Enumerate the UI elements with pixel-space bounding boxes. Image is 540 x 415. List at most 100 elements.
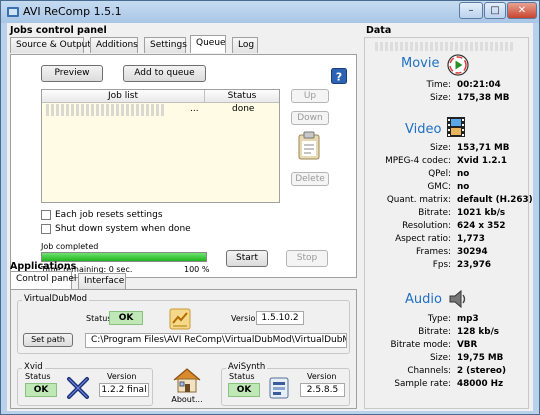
audio-detail-label: Bitrate: xyxy=(418,327,451,337)
video-detail-label: QPel: xyxy=(428,169,451,179)
tab-queue[interactable]: Queue xyxy=(190,35,226,53)
video-detail-value: 1021 kb/s xyxy=(457,208,506,218)
audio-detail-value: VBR xyxy=(457,340,478,350)
video-detail-label: Quant. matrix: xyxy=(386,195,451,205)
svg-text:?: ? xyxy=(336,71,342,84)
close-button[interactable]: ✕ xyxy=(507,2,537,19)
about-label: About... xyxy=(171,395,203,404)
control-panel: VirtualDubMod Status OK Version 1.5.10.2… xyxy=(10,289,357,409)
video-detail-label: Resolution: xyxy=(402,221,451,231)
video-detail-label: Frames: xyxy=(416,247,451,257)
xvid-icon xyxy=(67,377,89,399)
video-detail-label: GMC: xyxy=(427,182,451,192)
audio-detail-label: Channels: xyxy=(407,366,451,376)
video-detail-label: MPEG-4 codec: xyxy=(385,156,451,166)
movie-size-value: 175,38 MB xyxy=(457,93,510,103)
xvid-version-value: 1.2.2 final xyxy=(99,383,149,397)
shutdown-checkbox[interactable] xyxy=(41,224,51,234)
tab-log[interactable]: Log xyxy=(232,37,258,53)
stop-button[interactable]: Stop xyxy=(286,250,328,267)
audio-detail-label: Type: xyxy=(427,314,451,324)
audio-detail-value: 2 (stereo) xyxy=(457,366,506,376)
video-detail-value: 624 x 352 xyxy=(457,221,506,231)
avisynth-status-badge: OK xyxy=(228,383,260,397)
xvid-version-label: Version xyxy=(107,372,137,381)
video-detail-value: no xyxy=(457,182,470,192)
video-detail-value: 153,71 MB xyxy=(457,143,510,153)
video-detail-value: 1,773 xyxy=(457,234,485,244)
clipboard-icon xyxy=(298,131,320,160)
maximize-button[interactable]: □ xyxy=(484,2,506,19)
movie-time-label: Time: xyxy=(426,80,452,90)
maximize-icon: □ xyxy=(490,5,500,16)
xvid-status-label: Status xyxy=(25,372,51,381)
audio-detail-value: 128 kb/s xyxy=(457,327,500,337)
add-to-queue-button[interactable]: Add to queue xyxy=(123,65,206,82)
tab-interface[interactable]: Interface xyxy=(78,273,126,289)
xvid-status-badge: OK xyxy=(25,383,57,397)
video-detail-value: Xvid 1.2.1 xyxy=(457,156,507,166)
video-detail-label: Aspect ratio: xyxy=(395,234,451,244)
video-detail-label: Size: xyxy=(429,143,451,153)
vdm-path-field[interactable]: C:\Program Files\AVI ReComp\VirtualDubMo… xyxy=(85,333,347,348)
help-icon[interactable]: ? xyxy=(331,68,347,84)
movie-time-value: 00:21:04 xyxy=(457,80,501,90)
shutdown-label: Shut down system when done xyxy=(55,224,191,234)
title-bar[interactable]: AVI ReComp 1.5.1 – □ ✕ xyxy=(1,1,539,23)
about-button[interactable]: About... xyxy=(166,366,208,406)
start-button[interactable]: Start xyxy=(226,250,268,267)
set-path-button[interactable]: Set path xyxy=(23,333,73,347)
minimize-icon: – xyxy=(468,5,474,16)
virtualdubmod-group-title: VirtualDubMod xyxy=(22,294,90,304)
avisynth-icon xyxy=(269,377,289,399)
app-icon xyxy=(7,7,19,17)
jobs-header: Jobs control panel xyxy=(10,25,107,36)
job-list-header: Job list Status xyxy=(42,90,279,103)
video-detail-value: default (H.263) xyxy=(457,195,533,205)
avisynth-status-label: Status xyxy=(229,372,255,381)
tab-settings[interactable]: Settings xyxy=(144,37,187,53)
each-job-resets-checkbox[interactable] xyxy=(41,210,51,220)
down-button[interactable]: Down xyxy=(291,111,329,125)
house-icon xyxy=(173,368,201,393)
video-section-title: Video xyxy=(405,122,442,137)
column-header-job[interactable]: Job list xyxy=(42,90,205,102)
minimize-button[interactable]: – xyxy=(459,2,483,19)
video-detail-value: 30294 xyxy=(457,247,488,257)
audio-detail-label: Size: xyxy=(429,353,451,363)
job-list[interactable]: Job list Status ... done xyxy=(41,89,280,203)
vdm-status-badge: OK xyxy=(109,311,143,325)
status-cell: done xyxy=(232,104,255,114)
window-title: AVI ReComp 1.5.1 xyxy=(23,5,122,18)
video-detail-value: no xyxy=(457,169,470,179)
vdm-version-value: 1.5.10.2 xyxy=(256,311,304,325)
avisynth-version-label: Version xyxy=(307,372,337,381)
audio-detail-value: 48000 Hz xyxy=(457,379,504,389)
video-detail-label: Bitrate: xyxy=(418,208,451,218)
tab-source-output[interactable]: Source & Output xyxy=(10,37,91,53)
tab-additions[interactable]: Additions xyxy=(90,37,138,53)
progress-fill xyxy=(42,253,206,261)
close-icon: ✕ xyxy=(517,5,527,16)
film-strip-icon xyxy=(447,117,465,137)
table-row[interactable]: ... done xyxy=(42,104,279,116)
up-button[interactable]: Up xyxy=(291,89,329,103)
queue-panel: Preview Add to queue ? Job list Status .… xyxy=(10,54,357,278)
preview-button[interactable]: Preview xyxy=(41,65,103,82)
xvid-group-title: Xvid xyxy=(22,362,45,372)
blurred-filename xyxy=(375,42,515,51)
column-header-status[interactable]: Status xyxy=(205,90,279,102)
delete-button[interactable]: Delete xyxy=(291,172,329,186)
virtualdubmod-icon xyxy=(169,308,191,330)
audio-detail-value: 19,75 MB xyxy=(457,353,504,363)
jobs-tabstrip: Source & Output Additions Settings Queue… xyxy=(10,35,357,55)
play-icon xyxy=(447,54,469,76)
each-job-resets-label: Each job resets settings xyxy=(55,210,163,220)
app-window: AVI ReComp 1.5.1 – □ ✕ Jobs control pane… xyxy=(0,0,540,415)
video-detail-value: 23,976 xyxy=(457,260,491,270)
tab-control-panel[interactable]: Control panel xyxy=(10,271,76,289)
video-detail-label: Fps: xyxy=(432,260,451,270)
movie-section-title: Movie xyxy=(401,56,440,71)
audio-detail-label: Sample rate: xyxy=(394,379,451,389)
avisynth-group-title: AviSynth xyxy=(226,362,268,372)
